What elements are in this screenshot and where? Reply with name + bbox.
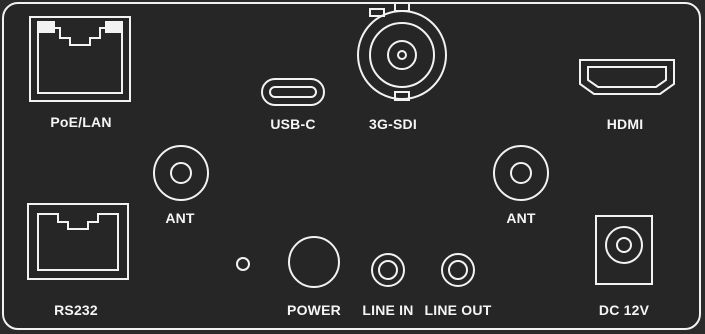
ant-right-label: ANT [506, 210, 536, 226]
sdi-label: 3G-SDI [369, 116, 417, 132]
dc-12v-label: DC 12V [598, 302, 650, 318]
rs232-label: RS232 [54, 302, 98, 318]
status-led-icon [236, 257, 250, 271]
power-button[interactable] [288, 236, 340, 288]
ant-right-connector-icon [493, 145, 549, 201]
rs232-port-icon [27, 203, 129, 280]
dc-12v-jack-icon [595, 215, 653, 285]
hdmi-port-icon [579, 59, 675, 95]
line-in-label: LINE IN [362, 302, 414, 318]
line-out-label: LINE OUT [424, 302, 492, 318]
power-label: POWER [287, 302, 341, 318]
poe-lan-label: PoE/LAN [50, 114, 112, 130]
line-out-jack-icon [441, 253, 475, 287]
usb-c-label: USB-C [270, 116, 316, 132]
poe-lan-port-icon [29, 16, 131, 102]
line-in-jack-icon [371, 253, 405, 287]
hdmi-label: HDMI [606, 116, 644, 132]
sdi-bnc-port-icon [357, 2, 447, 101]
ant-left-label: ANT [165, 210, 195, 226]
connector-diagram [27, 2, 675, 288]
ant-left-connector-icon [153, 145, 209, 201]
usb-c-port-icon [261, 78, 325, 106]
